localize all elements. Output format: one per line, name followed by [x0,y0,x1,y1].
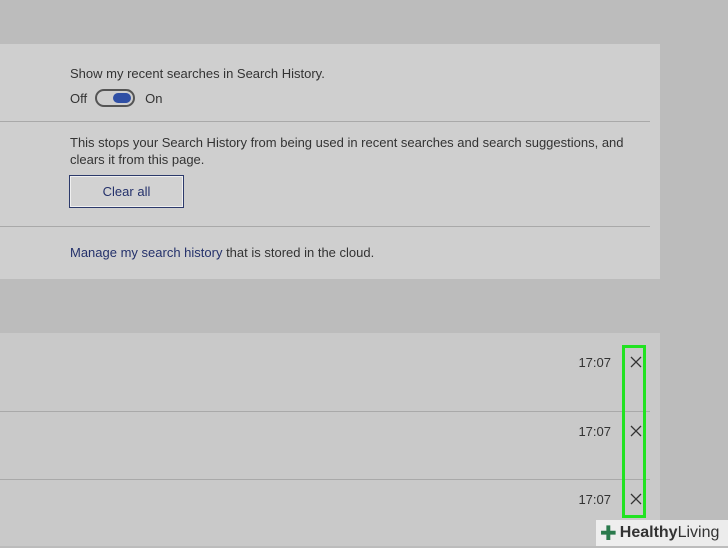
history-item-time: 17:07 [578,492,611,507]
manage-history-row: Manage my search history that is stored … [70,245,374,260]
history-row-divider [0,479,650,480]
history-row-divider [0,411,650,412]
history-item[interactable]: 17:07 [0,482,660,548]
watermark-text: Living [677,524,720,541]
watermark-bold-text: Healthy [619,524,678,541]
history-item[interactable]: 17:07 [0,345,660,411]
history-item-time: 17:07 [578,424,611,439]
clear-history-description: This stops your Search History from bein… [70,135,624,167]
toggle-off-label: Off [70,90,88,106]
manage-history-suffix: that is stored in the cloud. [222,245,375,260]
manage-search-history-link[interactable]: Manage my search history [70,245,222,260]
clear-all-button[interactable]: Clear all [69,175,184,208]
healthy-living-watermark: ✚ Healthy Living [596,520,728,546]
toggle-thumb [113,93,132,103]
history-item[interactable]: 17:07 [0,414,660,480]
history-item-time: 17:07 [578,355,611,370]
delete-buttons-highlight [622,345,646,518]
plus-logo-icon: ✚ [600,522,617,545]
settings-divider-1 [0,121,650,122]
search-history-setting-label: Show my recent searches in Search Histor… [70,66,325,81]
settings-divider-2 [0,226,650,227]
search-history-toggle-row: Off On [70,89,162,107]
search-history-toggle[interactable] [95,89,136,107]
toggle-on-label: On [145,90,163,106]
